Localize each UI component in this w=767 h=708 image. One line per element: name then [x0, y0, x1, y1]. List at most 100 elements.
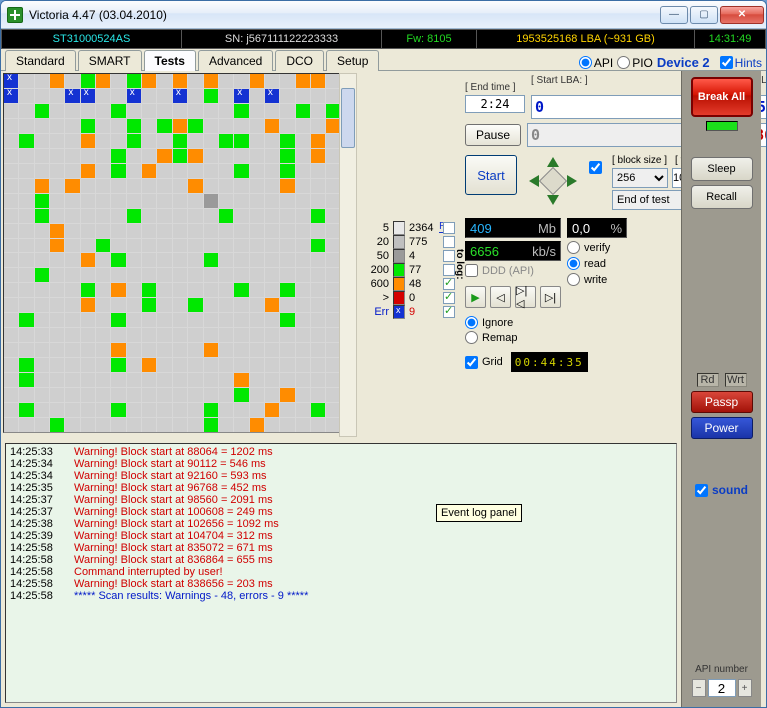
- api-number-field[interactable]: [708, 679, 736, 697]
- scan-cell: [127, 388, 141, 402]
- scan-cell: [157, 403, 171, 417]
- scan-cell: [219, 224, 233, 238]
- scan-cell: [250, 328, 264, 342]
- start-button[interactable]: Start: [465, 155, 517, 195]
- api-radio[interactable]: API: [579, 56, 613, 70]
- legend-log-checkbox[interactable]: [443, 236, 455, 248]
- legend-log-checkbox[interactable]: [443, 292, 455, 304]
- close-button[interactable]: ✕: [720, 6, 764, 24]
- pio-radio[interactable]: PIO: [617, 56, 653, 70]
- tab-tests[interactable]: Tests: [144, 50, 196, 71]
- passp-button[interactable]: Passp: [691, 391, 753, 413]
- minimize-button[interactable]: —: [660, 6, 688, 24]
- scan-cell: [65, 358, 79, 372]
- scan-cell: [4, 328, 18, 342]
- block-size-select[interactable]: 256: [612, 168, 668, 188]
- seek-up-icon[interactable]: [547, 157, 559, 167]
- grid-scrollbar[interactable]: [339, 73, 357, 437]
- scan-cell: [296, 209, 310, 223]
- status-lamp: [706, 121, 738, 131]
- maximize-button[interactable]: ▢: [690, 6, 718, 24]
- scan-cell: [188, 388, 202, 402]
- legend-log-checkbox[interactable]: [443, 264, 455, 276]
- scan-cell: [50, 418, 64, 432]
- tab-advanced[interactable]: Advanced: [198, 50, 273, 71]
- grid-checkbox[interactable]: Grid: [465, 356, 503, 369]
- log-line: 14:25:39Warning! Block start at 104704 =…: [10, 530, 672, 542]
- end-button[interactable]: ▷|: [540, 286, 561, 308]
- scan-cell: [65, 89, 79, 103]
- seek-left-icon[interactable]: [529, 175, 539, 187]
- seek-down-icon[interactable]: [547, 195, 559, 205]
- legend-log-checkbox[interactable]: [443, 306, 455, 318]
- play-button[interactable]: ▶: [465, 286, 486, 308]
- legend-log-checkbox[interactable]: [443, 222, 455, 234]
- scan-cell: [35, 134, 49, 148]
- scan-cell: [250, 224, 264, 238]
- api-num-up[interactable]: +: [738, 679, 752, 697]
- end-time-field[interactable]: [465, 95, 525, 113]
- power-button[interactable]: Power: [691, 417, 753, 439]
- scan-cell: [188, 403, 202, 417]
- scan-cell: [142, 328, 156, 342]
- device-number[interactable]: Device 2: [657, 55, 710, 70]
- scan-cell: [234, 388, 248, 402]
- api-num-down[interactable]: −: [692, 679, 706, 697]
- scan-cell: [111, 268, 125, 282]
- skip-button[interactable]: ▷|◁: [515, 286, 536, 308]
- scan-cell: [4, 134, 18, 148]
- tab-setup[interactable]: Setup: [326, 50, 379, 71]
- scan-cell: [35, 164, 49, 178]
- scan-cell: [127, 164, 141, 178]
- scan-cell: [234, 358, 248, 372]
- recall-button[interactable]: Recall: [691, 185, 753, 209]
- seek-diamond[interactable]: [527, 155, 579, 207]
- scan-cell: [265, 74, 279, 88]
- action-remap[interactable]: Remap: [465, 331, 695, 344]
- event-log-panel[interactable]: Event log panel 14:25:33Warning! Block s…: [5, 443, 677, 703]
- diamond-checkbox[interactable]: [589, 161, 602, 174]
- scan-cell: [311, 179, 325, 193]
- scan-cell: [111, 418, 125, 432]
- scan-cell: [157, 313, 171, 327]
- tab-smart[interactable]: SMART: [78, 50, 142, 71]
- scan-cell: [19, 179, 33, 193]
- tab-dco[interactable]: DCO: [275, 50, 324, 71]
- scan-cell: [65, 239, 79, 253]
- scan-cell: [296, 418, 310, 432]
- scan-cell: [4, 164, 18, 178]
- scan-cell: [35, 298, 49, 312]
- scan-cell: [173, 373, 187, 387]
- scan-cell: [50, 179, 64, 193]
- action-ignore[interactable]: Ignore: [465, 316, 695, 329]
- scan-cell: [296, 149, 310, 163]
- scan-cell: [296, 194, 310, 208]
- scan-cell: [127, 134, 141, 148]
- ddd-checkbox[interactable]: DDD (API): [465, 264, 561, 277]
- pause-button[interactable]: Pause: [465, 124, 521, 146]
- break-all-button[interactable]: Break All: [691, 77, 753, 117]
- scan-cell: [173, 328, 187, 342]
- end-time-label: [ End time ]: [465, 82, 525, 93]
- drive-firmware: Fw: 8105: [382, 30, 477, 48]
- scan-cell: [157, 283, 171, 297]
- rewind-button[interactable]: ◁: [490, 286, 511, 308]
- sound-checkbox[interactable]: sound: [695, 483, 748, 497]
- tab-standard[interactable]: Standard: [5, 50, 76, 71]
- sleep-button[interactable]: Sleep: [691, 157, 753, 181]
- titlebar[interactable]: Victoria 4.47 (03.04.2010) — ▢ ✕: [1, 1, 766, 29]
- log-tooltip: Event log panel: [436, 504, 522, 522]
- legend-log-checkbox[interactable]: [443, 278, 455, 290]
- scan-cell: [50, 149, 64, 163]
- scan-cell: [111, 179, 125, 193]
- scan-cell: [81, 418, 95, 432]
- scan-cell: [265, 403, 279, 417]
- scan-cell: [204, 89, 218, 103]
- scan-cell: [111, 89, 125, 103]
- scan-cell: [19, 268, 33, 282]
- scan-cell: [81, 328, 95, 342]
- hints-checkbox[interactable]: Hints: [720, 56, 762, 70]
- scan-cell: [311, 209, 325, 223]
- legend-log-checkbox[interactable]: [443, 250, 455, 262]
- seek-right-icon[interactable]: [567, 175, 577, 187]
